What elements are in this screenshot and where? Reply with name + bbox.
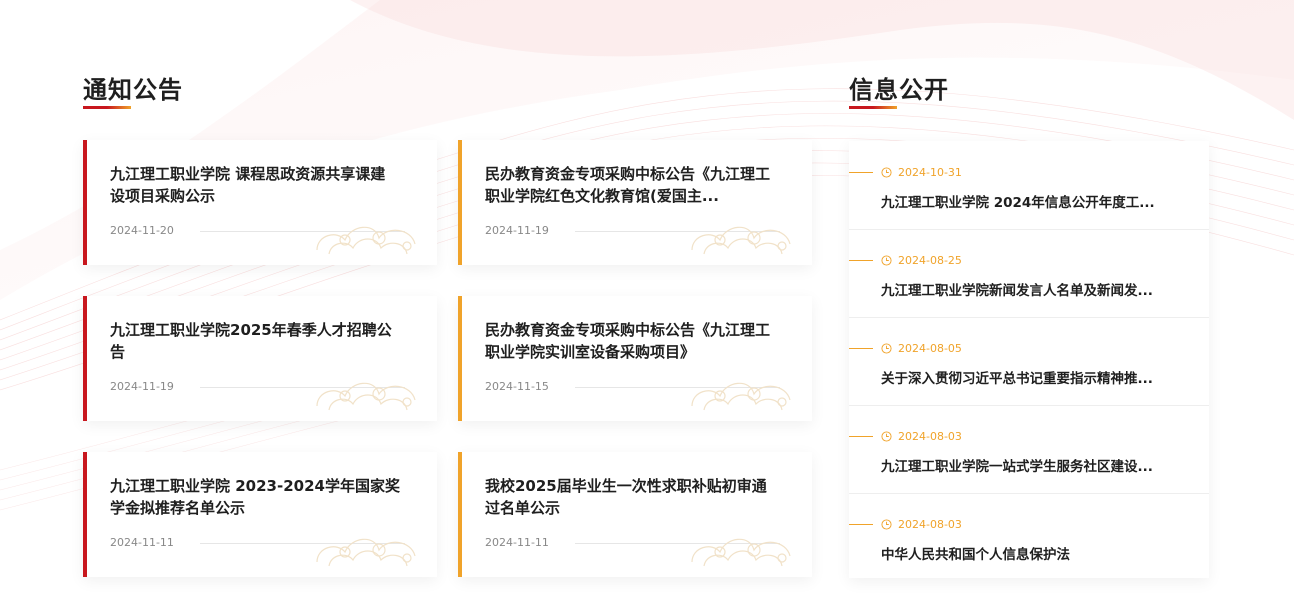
- notice-card-date: 2024-11-19: [110, 380, 174, 393]
- notice-card[interactable]: 我校2025届毕业生一次性求职补贴初审通过名单公示 2024-11-11: [458, 452, 812, 577]
- info-disclosure-heading-underline: [849, 106, 897, 109]
- cloud-pattern-icon: [691, 538, 791, 567]
- info-list-item[interactable]: 2024-08-03 中华人民共和国个人信息保护法: [849, 493, 1209, 581]
- info-item-date: 2024-08-25: [898, 254, 962, 267]
- notice-card-date: 2024-11-20: [110, 224, 174, 237]
- info-item-title[interactable]: 九江理工职业学院新闻发言人名单及新闻发...: [881, 279, 1181, 299]
- notice-card-title[interactable]: 民办教育资金专项采购中标公告《九江理工职业学院实训室设备采购项目》: [485, 319, 775, 363]
- notice-card[interactable]: 民办教育资金专项采购中标公告《九江理工职业学院实训室设备采购项目》 2024-1…: [458, 296, 812, 421]
- cloud-pattern-icon: [316, 382, 416, 411]
- clock-icon: [881, 255, 892, 266]
- cloud-pattern-icon: [691, 382, 791, 411]
- info-item-title[interactable]: 关于深入贯彻习近平总书记重要指示精神推...: [881, 367, 1181, 387]
- clock-icon: [881, 431, 892, 442]
- info-item-dash: [849, 524, 873, 525]
- info-item-date: 2024-10-31: [898, 166, 962, 179]
- notice-card-title[interactable]: 民办教育资金专项采购中标公告《九江理工职业学院红色文化教育馆(爱国主...: [485, 163, 775, 207]
- info-disclosure-heading: 信息公开: [849, 76, 949, 104]
- notice-card-date: 2024-11-15: [485, 380, 549, 393]
- notice-card-date: 2024-11-19: [485, 224, 549, 237]
- info-item-title[interactable]: 九江理工职业学院 2024年信息公开年度工...: [881, 191, 1181, 211]
- info-item-date: 2024-08-05: [898, 342, 962, 355]
- info-item-date: 2024-08-03: [898, 518, 962, 531]
- info-item-dash: [849, 348, 873, 349]
- clock-icon: [881, 519, 892, 530]
- info-disclosure-list: 2024-10-31 九江理工职业学院 2024年信息公开年度工... 2024…: [849, 141, 1209, 578]
- info-list-item[interactable]: 2024-08-25 九江理工职业学院新闻发言人名单及新闻发...: [849, 229, 1209, 318]
- notices-heading: 通知公告: [83, 76, 183, 104]
- info-item-title[interactable]: 中华人民共和国个人信息保护法: [881, 543, 1181, 563]
- notice-card[interactable]: 民办教育资金专项采购中标公告《九江理工职业学院红色文化教育馆(爱国主... 20…: [458, 140, 812, 265]
- cloud-pattern-icon: [691, 226, 791, 255]
- cloud-pattern-icon: [316, 226, 416, 255]
- info-item-dash: [849, 436, 873, 437]
- info-list-item[interactable]: 2024-10-31 九江理工职业学院 2024年信息公开年度工...: [849, 141, 1209, 230]
- notice-card-title[interactable]: 九江理工职业学院2025年春季人才招聘公告: [110, 319, 400, 363]
- notice-card[interactable]: 九江理工职业学院2025年春季人才招聘公告 2024-11-19: [83, 296, 437, 421]
- info-item-date: 2024-08-03: [898, 430, 962, 443]
- notice-card-date: 2024-11-11: [110, 536, 174, 549]
- cloud-pattern-icon: [316, 538, 416, 567]
- notice-card-title[interactable]: 我校2025届毕业生一次性求职补贴初审通过名单公示: [485, 475, 775, 519]
- info-list-item[interactable]: 2024-08-05 关于深入贯彻习近平总书记重要指示精神推...: [849, 317, 1209, 406]
- info-item-dash: [849, 172, 873, 173]
- notice-card-date: 2024-11-11: [485, 536, 549, 549]
- info-item-dash: [849, 260, 873, 261]
- notice-card[interactable]: 九江理工职业学院 课程思政资源共享课建设项目采购公示 2024-11-20: [83, 140, 437, 265]
- info-item-title[interactable]: 九江理工职业学院一站式学生服务社区建设...: [881, 455, 1181, 475]
- clock-icon: [881, 167, 892, 178]
- notices-heading-underline: [83, 106, 131, 109]
- notice-card-title[interactable]: 九江理工职业学院 课程思政资源共享课建设项目采购公示: [110, 163, 400, 207]
- notice-card[interactable]: 九江理工职业学院 2023-2024学年国家奖学金拟推荐名单公示 2024-11…: [83, 452, 437, 577]
- notice-card-title[interactable]: 九江理工职业学院 2023-2024学年国家奖学金拟推荐名单公示: [110, 475, 400, 519]
- clock-icon: [881, 343, 892, 354]
- info-list-item[interactable]: 2024-08-03 九江理工职业学院一站式学生服务社区建设...: [849, 405, 1209, 494]
